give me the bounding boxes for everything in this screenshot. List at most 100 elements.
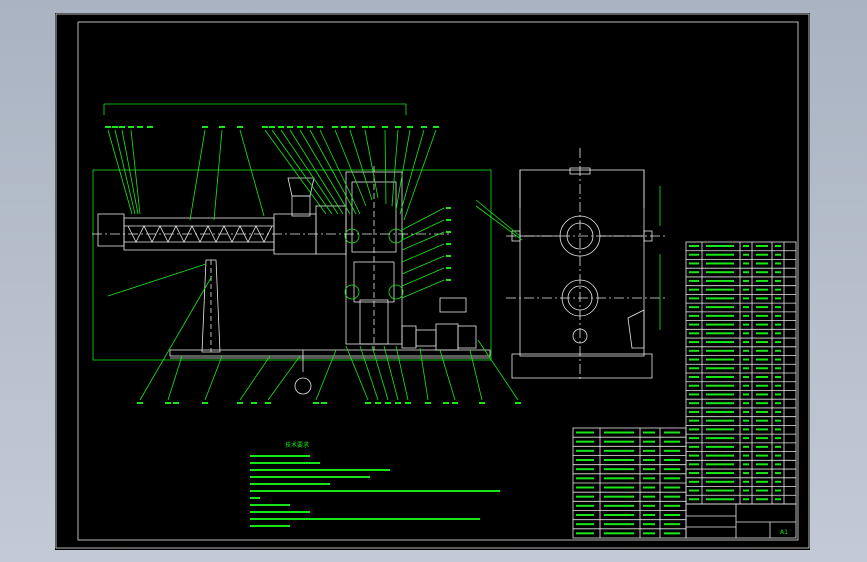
illegible-text-mark: [219, 126, 225, 128]
illegible-text-mark: [706, 445, 734, 448]
illegible-text-mark: [743, 279, 749, 282]
illegible-text-mark: [775, 332, 781, 335]
die-head: [97, 213, 125, 247]
illegible-text-mark: [664, 449, 680, 452]
illegible-text-mark: [341, 126, 347, 128]
illegible-text-mark: [743, 349, 749, 352]
illegible-text-mark: [287, 126, 293, 128]
illegible-text-mark: [743, 384, 749, 387]
illegible-text-mark: [706, 489, 734, 492]
illegible-text-mark: [756, 262, 768, 265]
illegible-text-mark: [112, 126, 118, 128]
illegible-text-mark: [775, 358, 781, 361]
illegible-text-mark: [446, 243, 451, 245]
illegible-text-mark: [756, 489, 768, 492]
illegible-text-mark: [743, 332, 749, 335]
illegible-text-mark: [515, 402, 521, 404]
illegible-text-mark: [775, 428, 781, 431]
illegible-text-mark: [706, 437, 734, 440]
illegible-text-mark: [706, 367, 734, 370]
illegible-text-mark: [446, 231, 451, 233]
illegible-text-mark: [706, 349, 734, 352]
illegible-text-mark: [250, 462, 320, 464]
illegible-text-mark: [604, 523, 634, 526]
illegible-text-mark: [643, 532, 655, 535]
illegible-text-mark: [743, 271, 749, 274]
illegible-text-mark: [250, 455, 310, 457]
illegible-text-mark: [269, 126, 275, 128]
illegible-text-mark: [689, 341, 699, 344]
illegible-text-mark: [664, 532, 680, 535]
illegible-text-mark: [743, 314, 749, 317]
drain-spout: [627, 309, 645, 349]
illegible-text-mark: [743, 437, 749, 440]
illegible-text-mark: [425, 402, 431, 404]
illegible-text-mark: [137, 126, 143, 128]
illegible-text-mark: [604, 477, 634, 480]
barrel-support: [201, 259, 221, 353]
illegible-text-mark: [297, 126, 303, 128]
illegible-text-mark: [775, 384, 781, 387]
illegible-text-mark: [250, 469, 390, 471]
illegible-text-mark: [405, 402, 411, 404]
illegible-text-mark: [689, 349, 699, 352]
illegible-text-mark: [689, 463, 699, 466]
illegible-text-mark: [706, 376, 734, 378]
illegible-text-mark: [250, 525, 290, 527]
illegible-text-mark: [775, 262, 781, 265]
illegible-text-mark: [775, 349, 781, 352]
illegible-text-mark: [706, 279, 734, 282]
illegible-text-mark: [775, 402, 781, 405]
illegible-text-mark: [395, 402, 401, 404]
illegible-text-mark: [775, 419, 781, 422]
illegible-text-mark: [756, 376, 768, 378]
sheet-size-mark: A1: [780, 529, 788, 536]
illegible-text-mark: [689, 384, 699, 387]
illegible-text-mark: [604, 431, 634, 434]
illegible-text-mark: [664, 486, 680, 489]
illegible-text-mark: [775, 489, 781, 492]
illegible-text-mark: [479, 402, 485, 404]
illegible-text-mark: [446, 219, 451, 221]
illegible-text-mark: [689, 402, 699, 405]
illegible-text-mark: [604, 486, 634, 489]
illegible-text-mark: [576, 523, 594, 526]
illegible-text-mark: [743, 297, 749, 300]
illegible-text-mark: [756, 332, 768, 335]
illegible-text-mark: [202, 126, 208, 128]
illegible-text-mark: [433, 126, 439, 128]
illegible-text-mark: [576, 431, 594, 434]
illegible-text-mark: [706, 419, 734, 422]
hopper: [287, 177, 315, 197]
end-view-housing: [519, 169, 645, 357]
illegible-text-mark: [407, 126, 413, 128]
illegible-text-mark: [775, 445, 781, 448]
illegible-text-mark: [706, 245, 734, 247]
illegible-text-mark: [743, 480, 749, 483]
illegible-text-mark: [756, 454, 768, 457]
illegible-text-mark: [743, 341, 749, 344]
illegible-text-mark: [743, 445, 749, 448]
illegible-text-mark: [756, 271, 768, 274]
illegible-text-mark: [706, 332, 734, 335]
illegible-text-mark: [756, 306, 768, 309]
illegible-text-mark: [576, 514, 594, 516]
illegible-text-mark: [421, 126, 427, 128]
illegible-text-mark: [743, 376, 749, 378]
illegible-text-mark: [446, 255, 451, 257]
illegible-text-mark: [775, 288, 781, 291]
illegible-text-mark: [743, 323, 749, 326]
illegible-text-mark: [743, 402, 749, 405]
illegible-text-mark: [604, 440, 634, 443]
illegible-text-mark: [576, 532, 594, 535]
illegible-text-mark: [128, 126, 134, 128]
illegible-text-mark: [756, 437, 768, 440]
motor: [435, 323, 459, 351]
illegible-text-mark: [743, 393, 749, 396]
illegible-text-mark: [756, 253, 768, 256]
illegible-text-mark: [756, 367, 768, 370]
illegible-text-mark: [576, 449, 594, 452]
illegible-text-mark: [643, 440, 655, 443]
illegible-text-mark: [250, 511, 310, 513]
parts-list-table: [685, 241, 797, 505]
